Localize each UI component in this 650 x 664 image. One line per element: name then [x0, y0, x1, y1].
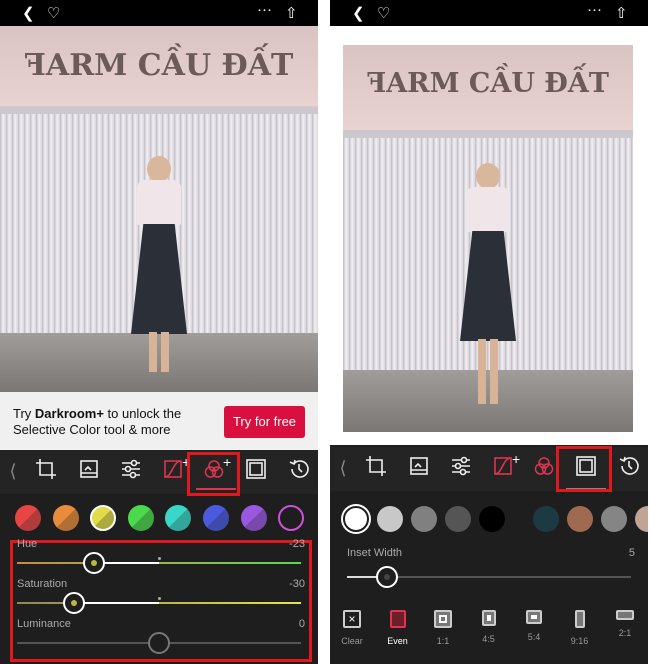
border-color-swatch[interactable]	[445, 506, 471, 532]
person	[458, 163, 518, 423]
border-color-swatch[interactable]	[411, 506, 437, 532]
share-icon[interactable]: ⇧	[615, 4, 628, 22]
history-icon[interactable]	[616, 455, 642, 481]
border-color-swatch[interactable]	[635, 506, 648, 532]
more-icon[interactable]: ···	[257, 1, 272, 18]
slider-knob[interactable]	[82, 552, 105, 574]
crop-icon[interactable]	[33, 458, 59, 484]
color-swatch[interactable]	[52, 505, 79, 531]
frame-option-label: Even	[387, 636, 408, 646]
border-color-swatch[interactable]	[479, 506, 505, 532]
photo: ꟻARM CẦU ĐẤT	[0, 26, 318, 392]
toolbar: ⟨ + +	[0, 450, 318, 494]
share-icon[interactable]: ⇧	[285, 4, 298, 22]
back-icon[interactable]: ❮	[352, 4, 365, 22]
frame-shape-icon	[389, 610, 406, 628]
sign-text: ꟻARM CẦU ĐẤT	[24, 47, 294, 83]
slider-fill	[73, 602, 159, 604]
frame-shape-icon	[481, 610, 496, 626]
adjust-icon[interactable]	[118, 458, 144, 484]
border-color-swatch[interactable]	[343, 506, 369, 532]
filters-icon[interactable]	[76, 458, 102, 484]
selective-color-icon[interactable]	[531, 455, 557, 481]
frame-option-label: Clear	[341, 636, 363, 646]
slider-value: -23	[289, 538, 305, 550]
inset-width-value: 5	[628, 547, 635, 559]
color-swatch[interactable]	[278, 505, 305, 531]
curves-icon[interactable]: +	[161, 454, 190, 484]
frame-option-1-1[interactable]: 1:1	[425, 610, 461, 646]
frame-shape-icon	[526, 610, 542, 624]
frame-option-label: 4:5	[482, 634, 495, 644]
frame-option-clear[interactable]: × Clear	[334, 610, 370, 646]
color-swatch[interactable]	[90, 505, 117, 531]
adjust-icon[interactable]	[448, 455, 474, 481]
frame-shape-icon	[616, 610, 634, 620]
filters-icon[interactable]	[406, 455, 432, 481]
border-color-swatch[interactable]	[377, 506, 403, 532]
slider-knob[interactable]	[62, 592, 85, 614]
highlight-box	[187, 452, 240, 496]
upgrade-banner: Try Darkroom+ to unlock the Selective Col…	[0, 392, 318, 450]
color-swatch[interactable]	[203, 505, 229, 531]
person	[129, 156, 189, 392]
slider-value: -30	[289, 578, 305, 590]
border-color-swatch[interactable]	[533, 506, 559, 532]
chevron-left-icon[interactable]: ⟨	[0, 458, 26, 484]
slider-value: 0	[298, 618, 305, 630]
close-icon: ×	[343, 610, 361, 628]
frame-option-2-1[interactable]: 2:1	[607, 610, 643, 638]
top-bar: ❮ ♡ ··· ⇧	[330, 0, 648, 26]
slider-knob[interactable]	[148, 632, 170, 654]
right-screen: ❮ ♡ ··· ⇧ ꟻARM CẦU ĐẤT ⟨ + Inset Width 5…	[330, 0, 648, 664]
heart-icon[interactable]: ♡	[377, 4, 390, 22]
sign-text: ꟻARM CẦU ĐẤT	[367, 68, 609, 100]
color-swatch[interactable]	[127, 505, 154, 531]
photo: ꟻARM CẦU ĐẤT	[343, 45, 633, 432]
slider-track[interactable]	[17, 602, 301, 604]
frame-option-label: 9:16	[570, 636, 589, 646]
frame-option-even[interactable]: Even	[380, 610, 416, 646]
back-icon[interactable]: ❮	[22, 4, 35, 22]
history-icon[interactable]	[286, 458, 312, 484]
color-swatch[interactable]	[15, 505, 41, 531]
color-swatch[interactable]	[240, 505, 267, 531]
frame-shape-icon	[434, 610, 452, 628]
frame-option-5-4[interactable]: 5:4	[516, 610, 552, 642]
border-color-swatch[interactable]	[567, 506, 593, 532]
highlight-box	[556, 446, 612, 492]
frame-option-4-5[interactable]: 4:5	[471, 610, 507, 644]
crop-icon[interactable]	[363, 455, 389, 481]
slider-label: Luminance	[17, 618, 71, 630]
inset-width-label: Inset Width	[347, 547, 403, 559]
frame-option-9-16[interactable]: 9:16	[562, 610, 598, 646]
frame-icon[interactable]	[243, 458, 269, 484]
slider-label: Hue	[17, 538, 38, 550]
border-color-swatch[interactable]	[601, 506, 627, 532]
heart-icon[interactable]: ♡	[47, 4, 60, 22]
frame-option-label: 5:4	[527, 632, 541, 642]
left-screen: ❮ ♡ ··· ⇧ ꟻARM CẦU ĐẤT Try Darkroom+ to …	[0, 0, 318, 664]
slider-track[interactable]	[17, 562, 301, 564]
curves-icon[interactable]: +	[491, 451, 520, 481]
inset-width-knob[interactable]	[375, 566, 398, 588]
slider-label: Saturation	[17, 578, 68, 590]
more-icon[interactable]: ···	[587, 1, 602, 18]
top-bar: ❮ ♡ ··· ⇧	[0, 0, 318, 26]
try-for-free-button[interactable]: Try for free	[224, 406, 305, 438]
frame-option-label: 1:1	[436, 636, 450, 646]
center-mark	[158, 597, 161, 600]
color-swatch[interactable]	[165, 505, 192, 531]
chevron-left-icon[interactable]: ⟨	[330, 455, 356, 481]
frame-shape-icon	[574, 610, 585, 628]
frame-option-label: 2:1	[618, 628, 632, 638]
center-mark	[158, 557, 161, 560]
